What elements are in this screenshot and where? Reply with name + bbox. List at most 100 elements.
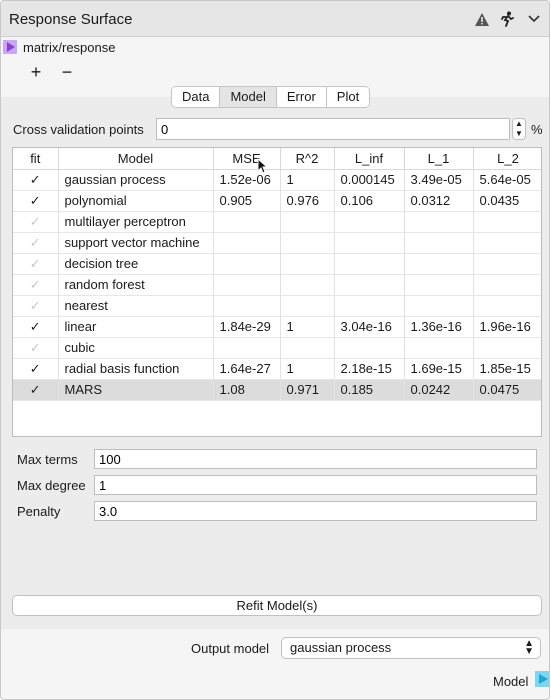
table-row[interactable]: ✓ radial basis function 1.64e-27 1 2.18e-15 1…: [13, 358, 541, 380]
table-row[interactable]: ✓ cubic: [13, 337, 541, 359]
fit-checkbox[interactable]: ✓: [13, 358, 59, 380]
col-header-model[interactable]: Model: [58, 148, 214, 170]
linf-cell: [334, 337, 405, 359]
tab-bar: Data Model Error Plot: [171, 86, 371, 108]
warning-icon[interactable]: [472, 9, 492, 29]
col-header-mse[interactable]: MSE: [213, 148, 281, 170]
output-model-label: Output model: [191, 641, 270, 656]
r2-cell: [280, 253, 335, 275]
mse-cell: [213, 253, 281, 275]
input-port-icon[interactable]: [3, 40, 17, 54]
fit-checkbox[interactable]: ✓: [13, 274, 59, 296]
mouse-cursor-icon: [257, 158, 269, 174]
tab-data[interactable]: Data: [172, 87, 221, 107]
mse-cell: 0.905: [213, 190, 281, 212]
tab-error[interactable]: Error: [276, 87, 327, 107]
table-row[interactable]: ✓ multilayer perceptron: [13, 211, 541, 233]
fit-checkbox[interactable]: ✓: [13, 337, 59, 359]
l2-cell: 0.0435: [473, 190, 541, 212]
r2-cell: [280, 232, 335, 254]
r2-cell: [280, 211, 335, 233]
l2-cell: [473, 211, 541, 233]
add-button[interactable]: +: [26, 63, 46, 83]
model-cell: gaussian process: [58, 169, 214, 191]
r2-cell: [280, 274, 335, 296]
l1-cell: [404, 274, 474, 296]
cross-validation-stepper[interactable]: ▲ ▼: [512, 118, 526, 140]
max-degree-input[interactable]: [94, 475, 537, 495]
linf-cell: [334, 274, 405, 296]
input-port-label: matrix/response: [23, 40, 116, 55]
linf-cell: 2.18e-15: [334, 358, 405, 380]
stepper-up-icon[interactable]: ▲: [513, 119, 525, 129]
model-cell: polynomial: [58, 190, 214, 212]
title-bar: Response Surface: [1, 1, 549, 37]
linf-cell: [334, 232, 405, 254]
mse-cell: 1.84e-29: [213, 316, 281, 338]
fit-checkbox[interactable]: ✓: [13, 211, 59, 233]
response-surface-window: Response Surface matrix/response + − Dat…: [0, 0, 550, 700]
l2-cell: [473, 274, 541, 296]
model-cell: MARS: [58, 379, 214, 401]
select-caret-icon: ▲ ▼: [524, 638, 534, 657]
mse-cell: [213, 337, 281, 359]
col-header-fit[interactable]: fit: [13, 148, 59, 170]
l1-cell: 0.0312: [404, 190, 474, 212]
table-row[interactable]: ✓ decision tree: [13, 253, 541, 275]
r2-cell: 0.971: [280, 379, 335, 401]
table-row[interactable]: ✓ support vector machine: [13, 232, 541, 254]
cross-validation-input[interactable]: [156, 118, 510, 140]
fit-checkbox[interactable]: ✓: [13, 169, 59, 191]
linf-cell: 0.000145: [334, 169, 405, 191]
l2-cell: 1.96e-16: [473, 316, 541, 338]
col-header-linf[interactable]: L_inf: [334, 148, 405, 170]
remove-button[interactable]: −: [57, 63, 77, 83]
table-row[interactable]: ✓ gaussian process 1.52e-06 1 0.000145 3.49e-…: [13, 169, 541, 191]
col-header-r2[interactable]: R^2: [280, 148, 335, 170]
r2-cell: 0.976: [280, 190, 335, 212]
col-header-l2[interactable]: L_2: [473, 148, 541, 170]
linf-cell: [334, 211, 405, 233]
mse-cell: 1.08: [213, 379, 281, 401]
l2-cell: [473, 253, 541, 275]
fit-checkbox[interactable]: ✓: [13, 316, 59, 338]
table-row[interactable]: ✓ random forest: [13, 274, 541, 296]
linf-cell: [334, 295, 405, 317]
model-cell: linear: [58, 316, 214, 338]
models-table: fit Model MSE R^2 L_inf L_1 L_2 ✓ gaussia…: [12, 147, 542, 437]
output-model-select[interactable]: gaussian process ▲ ▼: [281, 637, 541, 659]
model-cell: radial basis function: [58, 358, 214, 380]
fit-checkbox[interactable]: ✓: [13, 253, 59, 275]
r2-cell: 1: [280, 316, 335, 338]
mse-cell: [213, 274, 281, 296]
table-row[interactable]: ✓ polynomial 0.905 0.976 0.106 0.0312 0.0435: [13, 190, 541, 212]
running-person-icon[interactable]: [497, 9, 517, 29]
l2-cell: [473, 295, 541, 317]
l1-cell: [404, 232, 474, 254]
fit-checkbox[interactable]: ✓: [13, 232, 59, 254]
col-header-l1[interactable]: L_1: [404, 148, 474, 170]
output-bar: Output model gaussian process ▲ ▼ Model: [1, 629, 549, 699]
stepper-down-icon[interactable]: ▼: [513, 129, 525, 139]
fit-checkbox[interactable]: ✓: [13, 190, 59, 212]
tab-model[interactable]: Model: [220, 87, 277, 107]
refit-models-button[interactable]: Refit Model(s): [12, 595, 542, 616]
l1-cell: 1.36e-16: [404, 316, 474, 338]
max-terms-input[interactable]: [94, 449, 537, 469]
output-port-icon[interactable]: [535, 671, 549, 687]
fit-checkbox[interactable]: ✓: [13, 295, 59, 317]
max-terms-label: Max terms: [17, 452, 78, 467]
tab-plot[interactable]: Plot: [326, 87, 370, 107]
l2-cell: 1.85e-15: [473, 358, 541, 380]
table-row[interactable]: ✓ nearest: [13, 295, 541, 317]
chevron-down-icon[interactable]: [524, 9, 544, 29]
penalty-input[interactable]: [94, 501, 537, 521]
table-row[interactable]: ✓ MARS 1.08 0.971 0.185 0.0242 0.0475: [13, 379, 541, 401]
linf-cell: [334, 253, 405, 275]
fit-checkbox[interactable]: ✓: [13, 379, 59, 401]
empty-row: [13, 400, 541, 421]
table-row[interactable]: ✓ linear 1.84e-29 1 3.04e-16 1.36e-16 1.96e-16: [13, 316, 541, 338]
l2-cell: [473, 232, 541, 254]
empty-row: [13, 421, 541, 436]
model-cell: decision tree: [58, 253, 214, 275]
